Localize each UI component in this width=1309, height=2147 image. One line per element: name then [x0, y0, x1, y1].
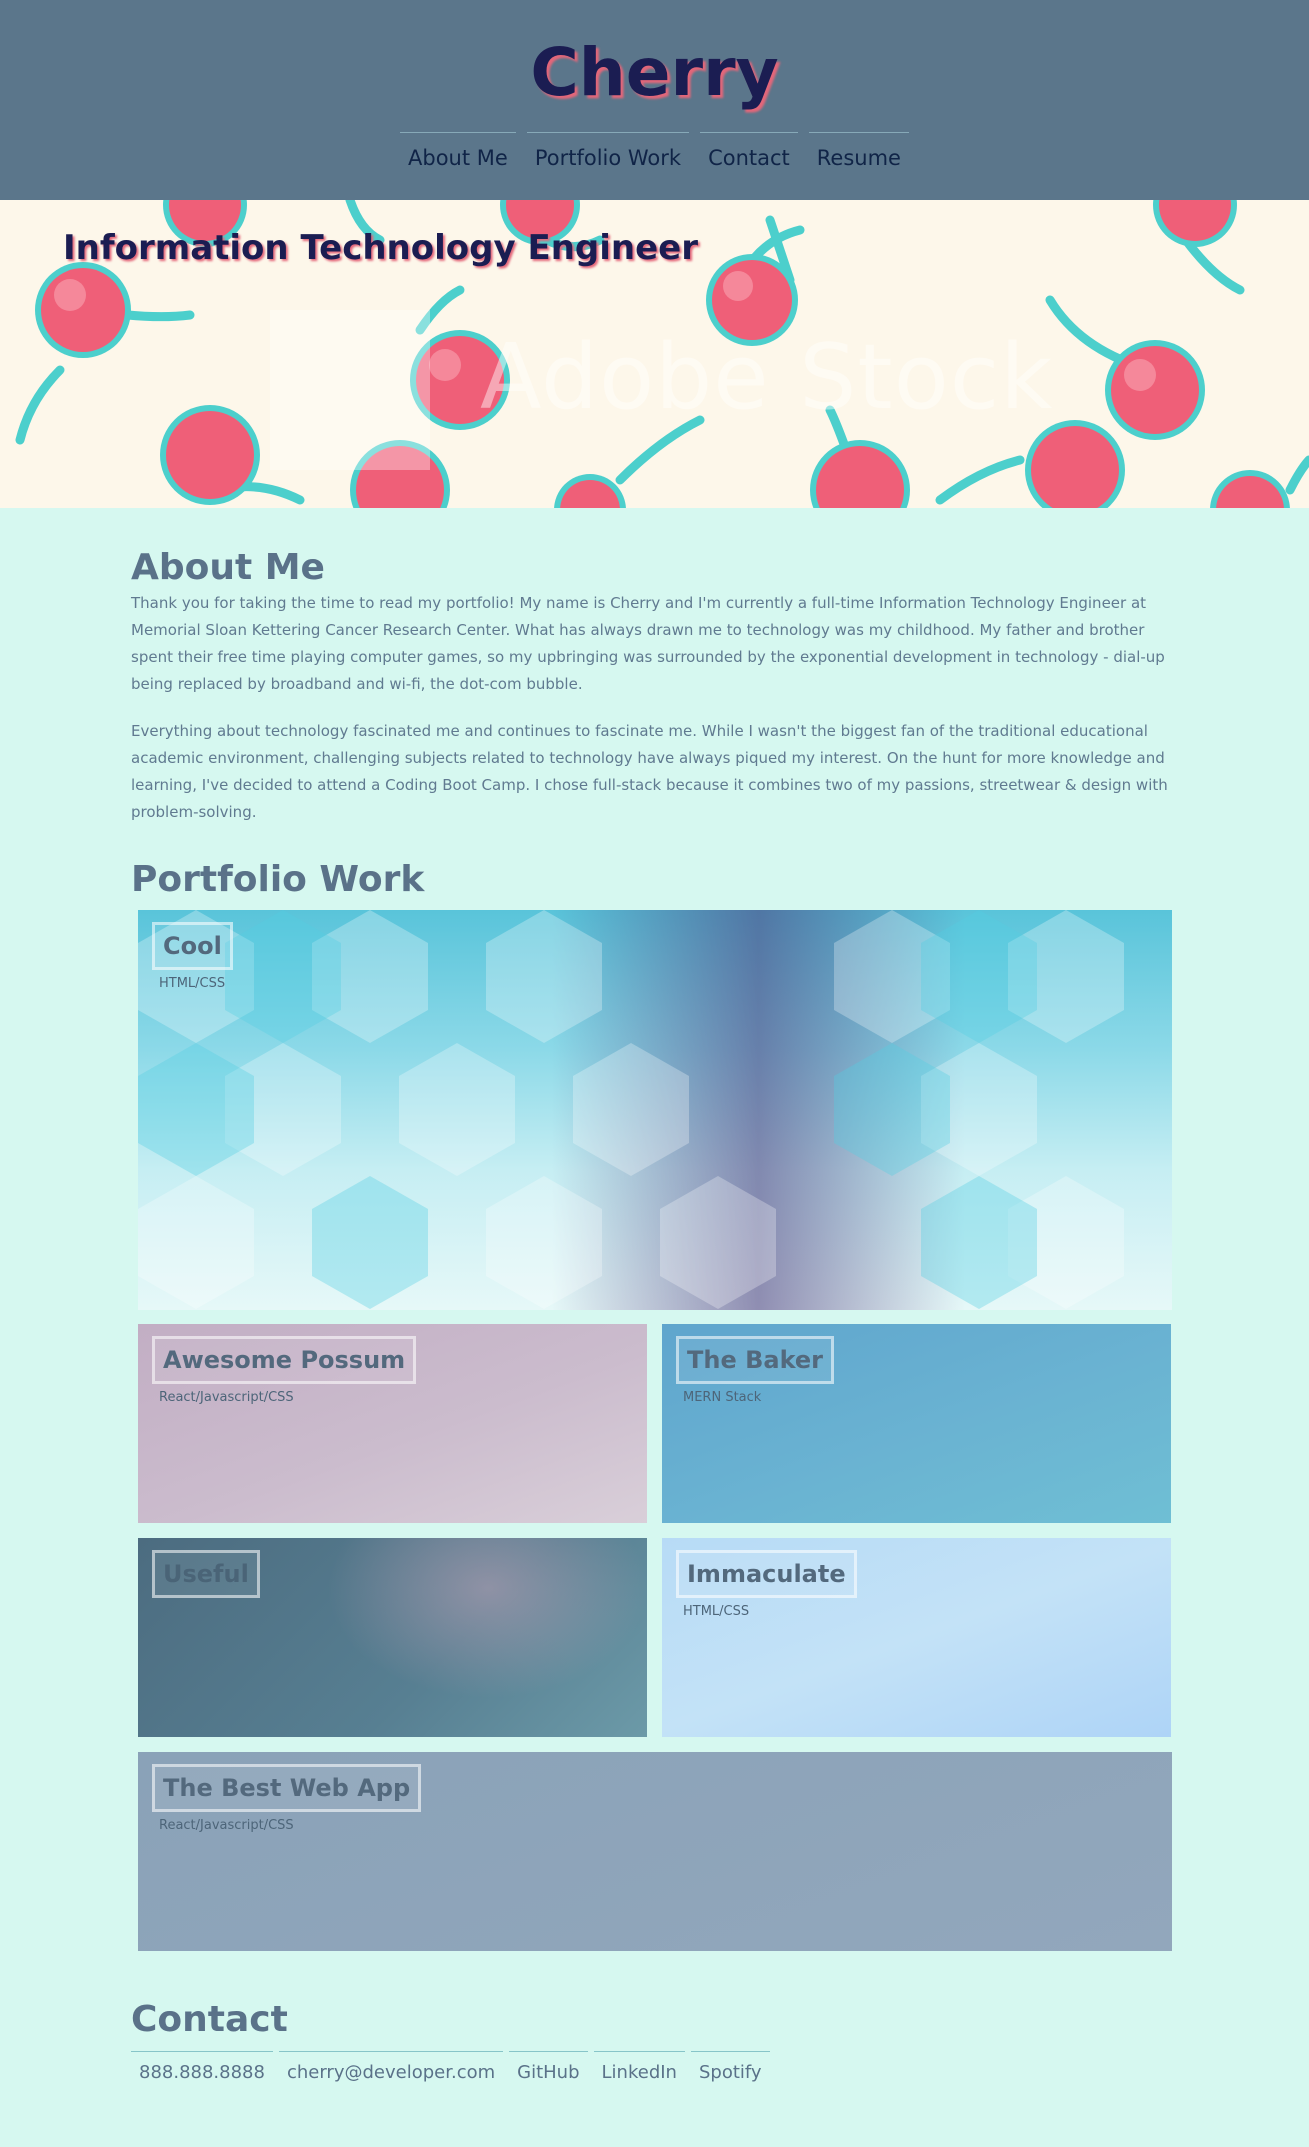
project-title-immaculate: Immaculate	[676, 1550, 857, 1598]
project-card-the-baker[interactable]: The Baker MERN Stack	[662, 1324, 1171, 1523]
contact-github-link[interactable]: GitHub	[509, 2051, 588, 2085]
nav-portfolio-work[interactable]: Portfolio Work	[526, 132, 690, 184]
portfolio-title: Portfolio Work	[131, 859, 425, 900]
project-tech-immaculate: HTML/CSS	[683, 1604, 750, 1619]
nav-resume[interactable]: Resume	[808, 132, 909, 184]
site-brand: Cherry	[530, 34, 779, 111]
about-paragraph-1: Thank you for taking the time to read my…	[131, 594, 1165, 693]
stock-watermark: Adobe Stock	[480, 325, 1054, 430]
project-card-best-web-app[interactable]: The Best Web App React/Javascript/CSS	[138, 1752, 1172, 1951]
project-title-useful: Useful	[152, 1550, 260, 1598]
project-tech-awesome-possum: React/Javascript/CSS	[159, 1390, 294, 1405]
contact-title: Contact	[131, 1999, 288, 2040]
contact-spotify-link[interactable]: Spotify	[690, 2051, 770, 2085]
project-card-awesome-possum[interactable]: Awesome Possum React/Javascript/CSS	[138, 1324, 647, 1523]
project-title-best-web-app: The Best Web App	[152, 1764, 422, 1812]
hexagon-pattern-image	[138, 910, 1124, 1309]
project-title-the-baker: The Baker	[676, 1336, 835, 1384]
contact-phone-link[interactable]: 888.888.8888	[131, 2051, 273, 2085]
project-card-immaculate[interactable]: Immaculate HTML/CSS	[662, 1538, 1171, 1737]
nav-contact[interactable]: Contact	[700, 132, 798, 184]
project-card-useful[interactable]: Useful	[138, 1538, 647, 1737]
contact-links: 888.888.8888 cherry@developer.com GitHub…	[131, 2051, 770, 2085]
project-tech-best-web-app: React/Javascript/CSS	[159, 1818, 294, 1833]
about-paragraph-2: Everything about technology fascinated m…	[131, 722, 1168, 821]
project-tech-cool: HTML/CSS	[159, 976, 226, 991]
project-title-cool: Cool	[152, 922, 233, 970]
hero-banner: Adobe Stock Information Technology Engin…	[0, 200, 1309, 508]
project-tech-the-baker: MERN Stack	[683, 1390, 762, 1405]
contact-email-link[interactable]: cherry@developer.com	[278, 2051, 504, 2085]
project-card-cool[interactable]: Cool HTML/CSS	[138, 910, 1172, 1310]
contact-linkedin-link[interactable]: LinkedIn	[593, 2051, 685, 2085]
hero-title: Information Technology Engineer	[63, 228, 698, 268]
project-title-awesome-possum: Awesome Possum	[152, 1336, 417, 1384]
main-nav: About Me Portfolio Work Contact Resume	[0, 132, 1309, 184]
site-header: Cherry About Me Portfolio Work Contact R…	[0, 0, 1309, 200]
about-title: About Me	[131, 547, 325, 588]
nav-about-me[interactable]: About Me	[400, 132, 516, 184]
